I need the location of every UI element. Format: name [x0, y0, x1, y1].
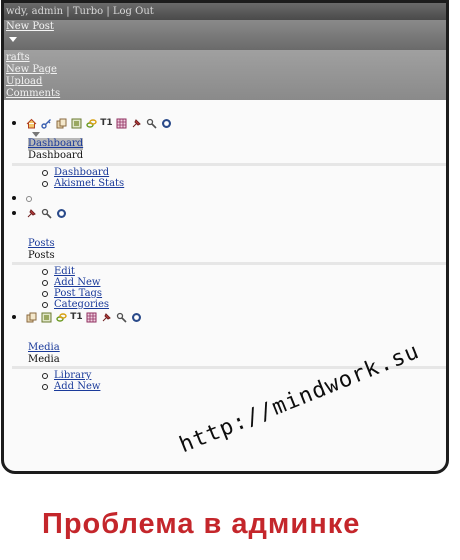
admin-menu-list: T1 Dashboard Dashboard Dashboard Akismet…: [4, 118, 446, 392]
dashboard-submenu: Dashboard Akismet Stats: [28, 167, 446, 189]
icon-row-posts: [12, 208, 446, 222]
add-new-post-link[interactable]: Add New: [54, 277, 100, 288]
edit-link[interactable]: Edit: [54, 266, 75, 277]
upload-link[interactable]: Upload: [6, 76, 42, 87]
list-item: Post Tags: [42, 288, 446, 299]
wordpress-icon[interactable]: [161, 118, 172, 129]
list-item: Edit: [42, 266, 446, 277]
icon-row-media: T1: [12, 312, 446, 326]
list-bullet: [12, 196, 16, 200]
list-item: Add New: [42, 277, 446, 288]
admin-bar: wdy, admin | Turbo | Log Out: [4, 3, 446, 20]
list-bullet: [12, 211, 16, 215]
wordpress-icon[interactable]: [131, 312, 142, 323]
media-link[interactable]: Media: [28, 342, 60, 354]
submenu-dashboard-link[interactable]: Dashboard: [54, 167, 109, 178]
wordpress-icon[interactable]: [56, 208, 67, 219]
akismet-stats-link[interactable]: Akismet Stats: [54, 178, 124, 189]
users-icon[interactable]: [116, 312, 127, 323]
footer-watermark-text: Postila.ru: [305, 532, 378, 550]
list-item: Categories: [42, 299, 446, 310]
secondary-menu: rafts New Page Upload Comments: [4, 50, 446, 100]
drafts-link[interactable]: rafts: [6, 52, 30, 63]
list-item: Dashboard: [42, 167, 446, 178]
dashboard-heading: Dashboard: [28, 150, 84, 161]
posts-link[interactable]: Posts: [28, 238, 55, 250]
toolbar-icons: [26, 208, 67, 219]
pages-icon[interactable]: [26, 312, 37, 323]
media-icon[interactable]: [71, 118, 82, 129]
dashboard-link[interactable]: Dashboard: [28, 138, 84, 150]
posts-heading: Posts: [28, 250, 55, 261]
categories-link[interactable]: Categories: [54, 299, 109, 310]
post-tags-link[interactable]: Post Tags: [54, 288, 102, 299]
link-icon[interactable]: [56, 312, 67, 323]
add-new-media-link[interactable]: Add New: [54, 381, 100, 392]
library-link[interactable]: Library: [54, 370, 91, 381]
admin-bar-text[interactable]: wdy, admin | Turbo | Log Out: [6, 6, 154, 17]
comments-link[interactable]: Comments: [6, 88, 60, 99]
key-icon[interactable]: [41, 118, 52, 129]
text-icon[interactable]: T1: [100, 118, 112, 129]
users-icon[interactable]: [41, 208, 52, 219]
posts-submenu: Edit Add New Post Tags Categories: [28, 266, 446, 310]
new-page-link[interactable]: New Page: [6, 64, 57, 75]
list-bullet: [12, 121, 16, 125]
home-icon[interactable]: [26, 118, 37, 129]
media-heading: Media: [28, 354, 60, 365]
toolbar-icons: T1: [26, 118, 172, 129]
list-item: Akismet Stats: [42, 178, 446, 189]
link-icon[interactable]: [86, 118, 97, 129]
dashboard-section: Dashboard Dashboard Dashboard Akismet St…: [12, 132, 446, 189]
new-post-row: New Post: [4, 20, 446, 33]
text-icon[interactable]: T1: [70, 312, 82, 323]
triangle-down-icon[interactable]: [9, 37, 17, 42]
footer-watermark: Postila.ru: [305, 532, 460, 560]
toolbar-icons: T1: [26, 312, 142, 323]
menu-toggle-row: [4, 37, 446, 50]
posts-section: Posts Posts Edit Add New Post Tags Categ…: [12, 238, 446, 310]
divider: [12, 163, 446, 166]
users-icon[interactable]: [146, 118, 157, 129]
icon-row-dashboard: T1: [12, 118, 446, 132]
list-item: Add New: [42, 381, 446, 392]
divider: [12, 262, 446, 265]
pin-icon[interactable]: [101, 312, 112, 323]
pin-icon[interactable]: [26, 208, 37, 219]
separator-row: [12, 193, 446, 207]
separator-dot: [26, 196, 32, 202]
new-post-link[interactable]: New Post: [6, 21, 54, 32]
caret-down-icon: [32, 132, 40, 137]
grid-icon[interactable]: [86, 312, 97, 323]
screenshot-frame: wdy, admin | Turbo | Log Out New Post ra…: [1, 0, 449, 474]
grid-icon[interactable]: [116, 118, 127, 129]
pages-icon[interactable]: [56, 118, 67, 129]
pin-icon[interactable]: [131, 118, 142, 129]
list-bullet: [12, 315, 16, 319]
media-icon[interactable]: [41, 312, 52, 323]
top-menu: New Post: [4, 20, 446, 50]
